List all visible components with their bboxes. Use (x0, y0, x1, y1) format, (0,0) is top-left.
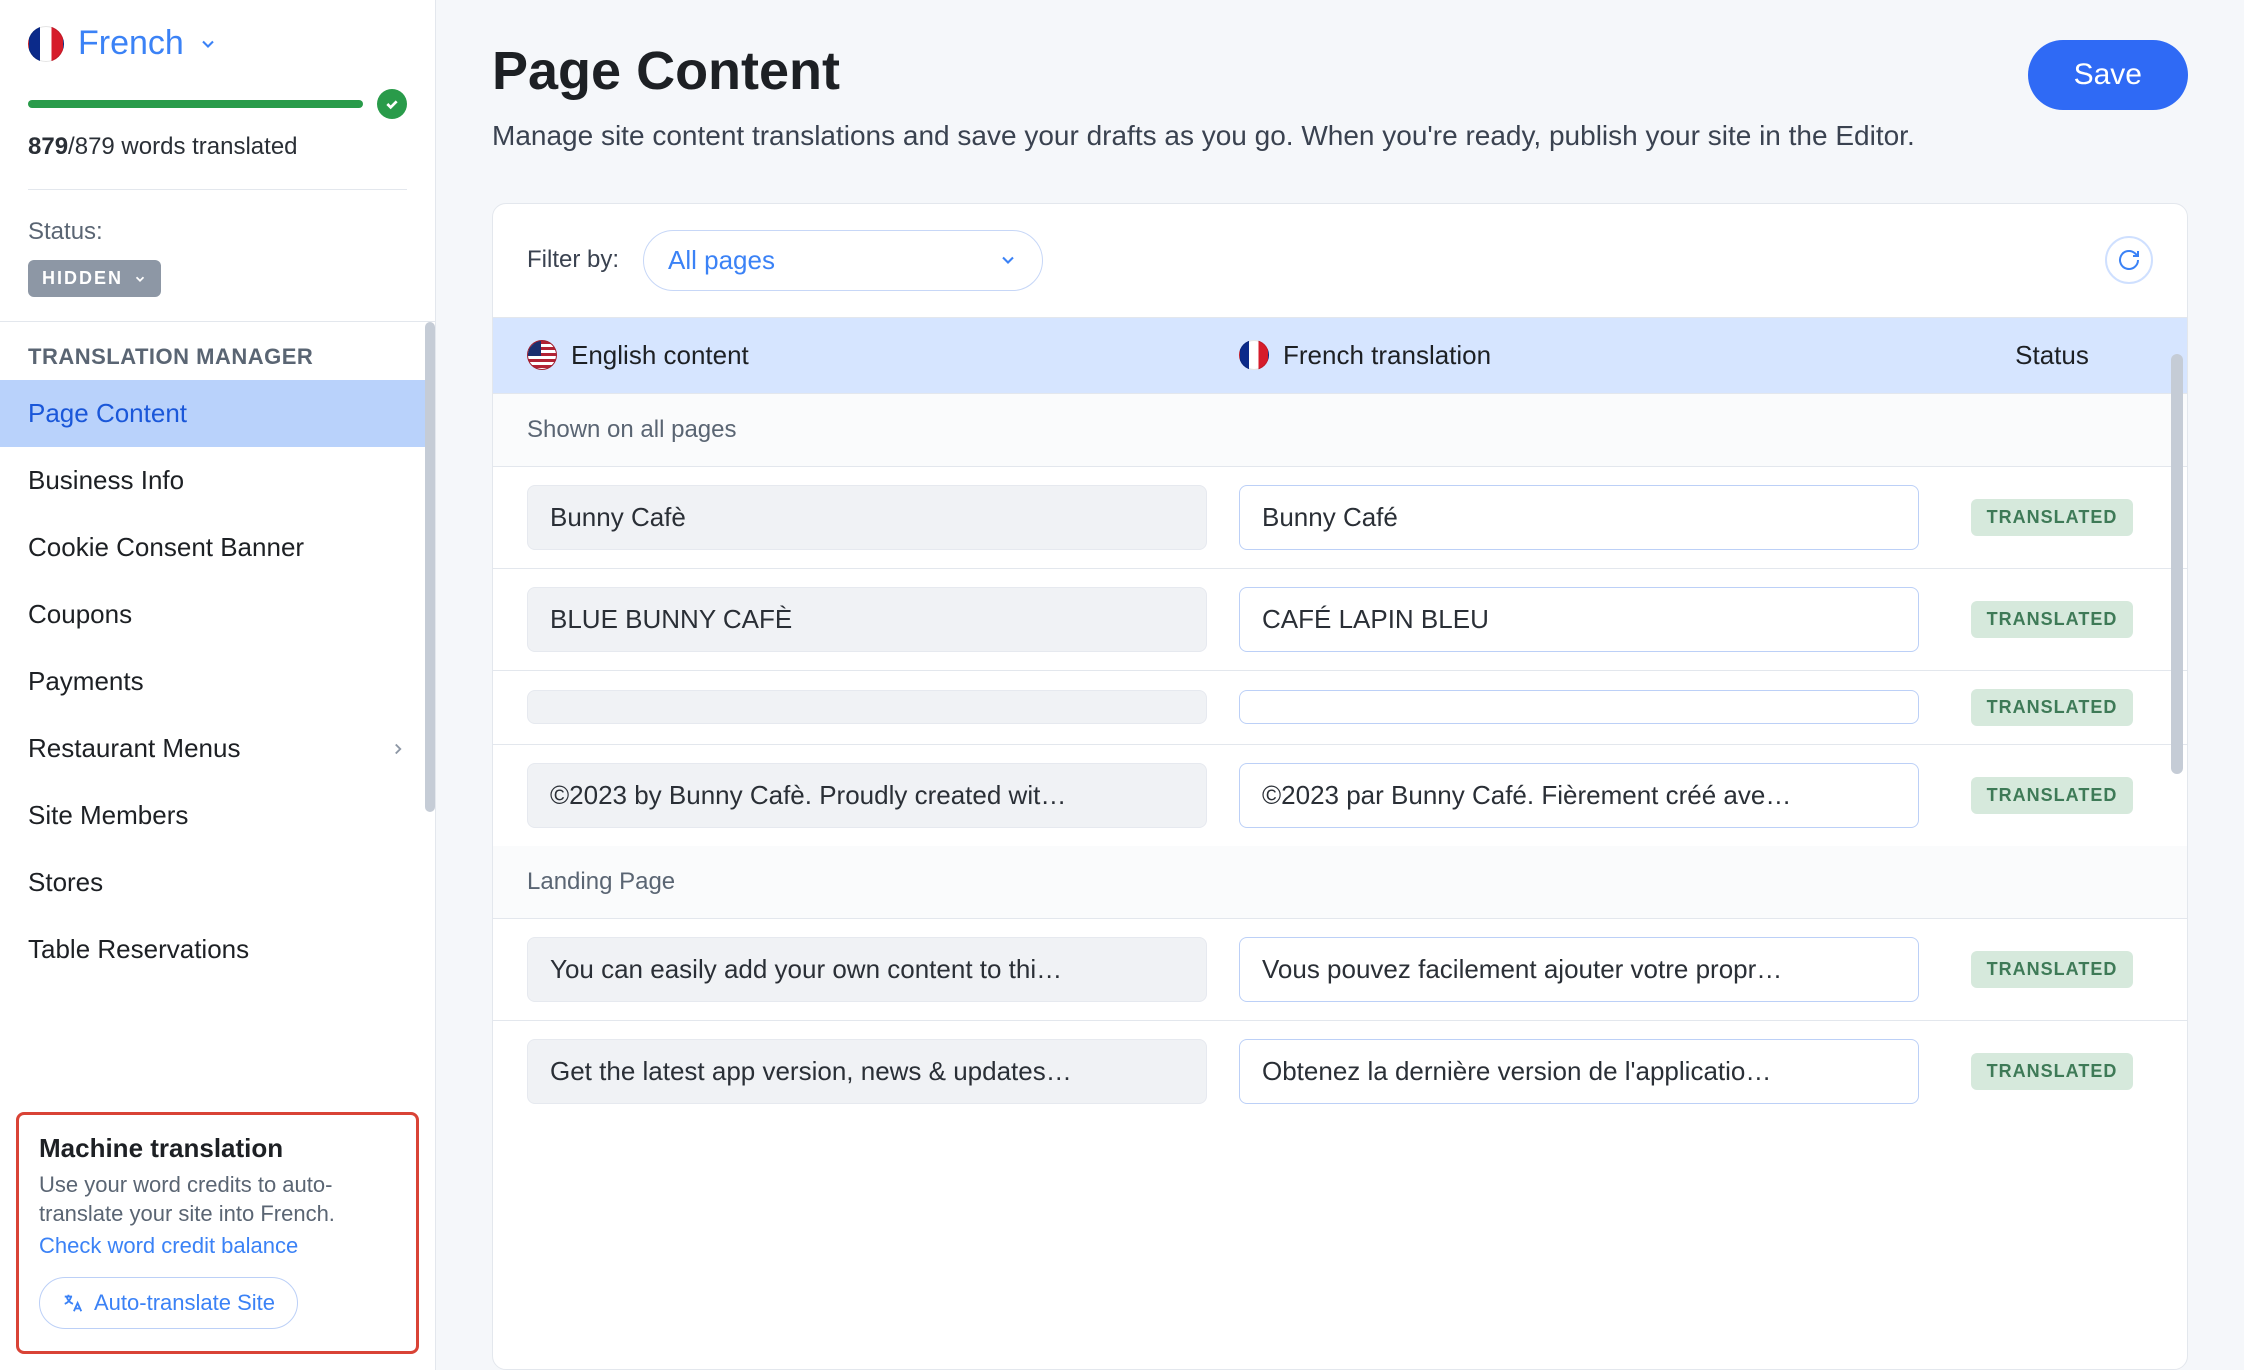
col-status-label: Status (2015, 340, 2089, 371)
nav-item-label: Business Info (28, 465, 184, 496)
nav-item-label: Stores (28, 867, 103, 898)
col-source: English content (527, 340, 1207, 371)
visibility-chip-text: HIDDEN (42, 268, 123, 289)
nav-item-label: Coupons (28, 599, 132, 630)
flag-french-icon (28, 26, 64, 62)
status-label: Status: (28, 218, 407, 246)
chevron-down-icon (198, 34, 218, 54)
col-status: Status (1951, 340, 2153, 371)
source-text (527, 690, 1207, 724)
translation-row: ©2023 by Bunny Cafè. Proudly created wit… (493, 744, 2187, 846)
machine-translation-box: Machine translation Use your word credit… (16, 1112, 419, 1354)
source-text: BLUE BUNNY CAFÈ (527, 587, 1207, 652)
language-name: French (78, 24, 184, 63)
translation-input[interactable] (1239, 690, 1919, 724)
translation-row: TRANSLATED (493, 670, 2187, 744)
app-root: French 879/879 words translated Status: … (0, 0, 2244, 1370)
chevron-down-icon (998, 250, 1018, 270)
check-credit-link[interactable]: Check word credit balance (39, 1233, 396, 1259)
status-badge: TRANSLATED (1971, 951, 2134, 988)
section-label: Shown on all pages (493, 394, 2187, 466)
nav-item[interactable]: Table Reservations (0, 916, 435, 983)
nav-item-label: Payments (28, 666, 144, 697)
words-translated: 879/879 words translated (28, 133, 407, 161)
status-badge: TRANSLATED (1971, 499, 2134, 536)
visibility-chip[interactable]: HIDDEN (28, 260, 161, 297)
save-button-label: Save (2074, 58, 2142, 91)
sidebar-scrollbar[interactable] (425, 322, 435, 812)
translation-input[interactable]: Bunny Café (1239, 485, 1919, 550)
filter-select[interactable]: All pages (643, 230, 1043, 291)
progress-bar (28, 100, 363, 108)
sidebar: French 879/879 words translated Status: … (0, 0, 436, 1370)
nav-item-label: Site Members (28, 800, 188, 831)
nav-heading: TRANSLATION MANAGER (0, 322, 435, 380)
translation-input[interactable]: Obtenez la dernière version de l'applica… (1239, 1039, 1919, 1104)
col-source-label: English content (571, 340, 749, 371)
machine-desc: Use your word credits to auto-translate … (39, 1170, 396, 1229)
translation-row: You can easily add your own content to t… (493, 918, 2187, 1020)
header-row: Page Content Manage site content transla… (492, 40, 2188, 157)
source-text: Get the latest app version, news & updat… (527, 1039, 1207, 1104)
nav-item[interactable]: Stores (0, 849, 435, 916)
flag-french-icon (1239, 340, 1269, 370)
column-header: English content French translation Statu… (493, 317, 2187, 394)
check-circle-icon (377, 89, 407, 119)
nav-item-label: Page Content (28, 398, 187, 429)
source-text: ©2023 by Bunny Cafè. Proudly created wit… (527, 763, 1207, 828)
section-label: Landing Page (493, 846, 2187, 918)
translate-icon (62, 1292, 84, 1314)
nav-item[interactable]: Cookie Consent Banner (0, 514, 435, 581)
main: Page Content Manage site content transla… (436, 0, 2244, 1370)
language-selector[interactable]: French (28, 24, 407, 63)
nav-item[interactable]: Site Members (0, 782, 435, 849)
machine-title: Machine translation (39, 1133, 396, 1164)
source-text: You can easily add your own content to t… (527, 937, 1207, 1002)
col-target-label: French translation (1283, 340, 1491, 371)
save-button[interactable]: Save (2028, 40, 2188, 110)
status-badge: TRANSLATED (1971, 689, 2134, 726)
source-text: Bunny Cafè (527, 485, 1207, 550)
refresh-icon (2117, 248, 2141, 272)
status-badge: TRANSLATED (1971, 601, 2134, 638)
page-title: Page Content (492, 40, 1915, 102)
status-badge: TRANSLATED (1971, 1053, 2134, 1090)
nav-item[interactable]: Coupons (0, 581, 435, 648)
nav-section: TRANSLATION MANAGER Page Content Business… (0, 321, 435, 983)
translation-input[interactable]: Vous pouvez facilement ajouter votre pro… (1239, 937, 1919, 1002)
content-panel: Filter by: All pages English content (492, 203, 2188, 1370)
translation-input[interactable]: ©2023 par Bunny Café. Fièrement créé ave… (1239, 763, 1919, 828)
nav-item-label: Cookie Consent Banner (28, 532, 304, 563)
filter-value: All pages (668, 245, 775, 276)
nav-item[interactable]: Business Info (0, 447, 435, 514)
auto-translate-button[interactable]: Auto-translate Site (39, 1277, 298, 1329)
nav-item[interactable]: Payments (0, 648, 435, 715)
page-subtitle: Manage site content translations and sav… (492, 116, 1915, 157)
chevron-right-icon (389, 740, 407, 758)
panel-scrollbar[interactable] (2171, 354, 2183, 774)
status-badge: TRANSLATED (1971, 777, 2134, 814)
nav-item[interactable]: Page Content (0, 380, 435, 447)
nav-item[interactable]: Restaurant Menus (0, 715, 435, 782)
translation-input[interactable]: CAFÉ LAPIN BLEU (1239, 587, 1919, 652)
chevron-down-icon (133, 272, 147, 286)
refresh-button[interactable] (2105, 236, 2153, 284)
words-done: 879 (28, 133, 68, 160)
translation-row: BLUE BUNNY CAFÈ CAFÉ LAPIN BLEU TRANSLATED (493, 568, 2187, 670)
divider (28, 189, 407, 190)
filter-label: Filter by: (527, 246, 619, 274)
progress-row (28, 89, 407, 119)
words-total: 879 (75, 133, 115, 160)
col-target: French translation (1239, 340, 1919, 371)
nav-item-label: Restaurant Menus (28, 733, 240, 764)
filter-row: Filter by: All pages (493, 204, 2187, 317)
flag-us-icon (527, 340, 557, 370)
translation-row: Get the latest app version, news & updat… (493, 1020, 2187, 1122)
words-suffix: words translated (115, 133, 298, 160)
nav-item-label: Table Reservations (28, 934, 249, 965)
translation-row: Bunny Cafè Bunny Café TRANSLATED (493, 466, 2187, 568)
auto-translate-label: Auto-translate Site (94, 1290, 275, 1316)
